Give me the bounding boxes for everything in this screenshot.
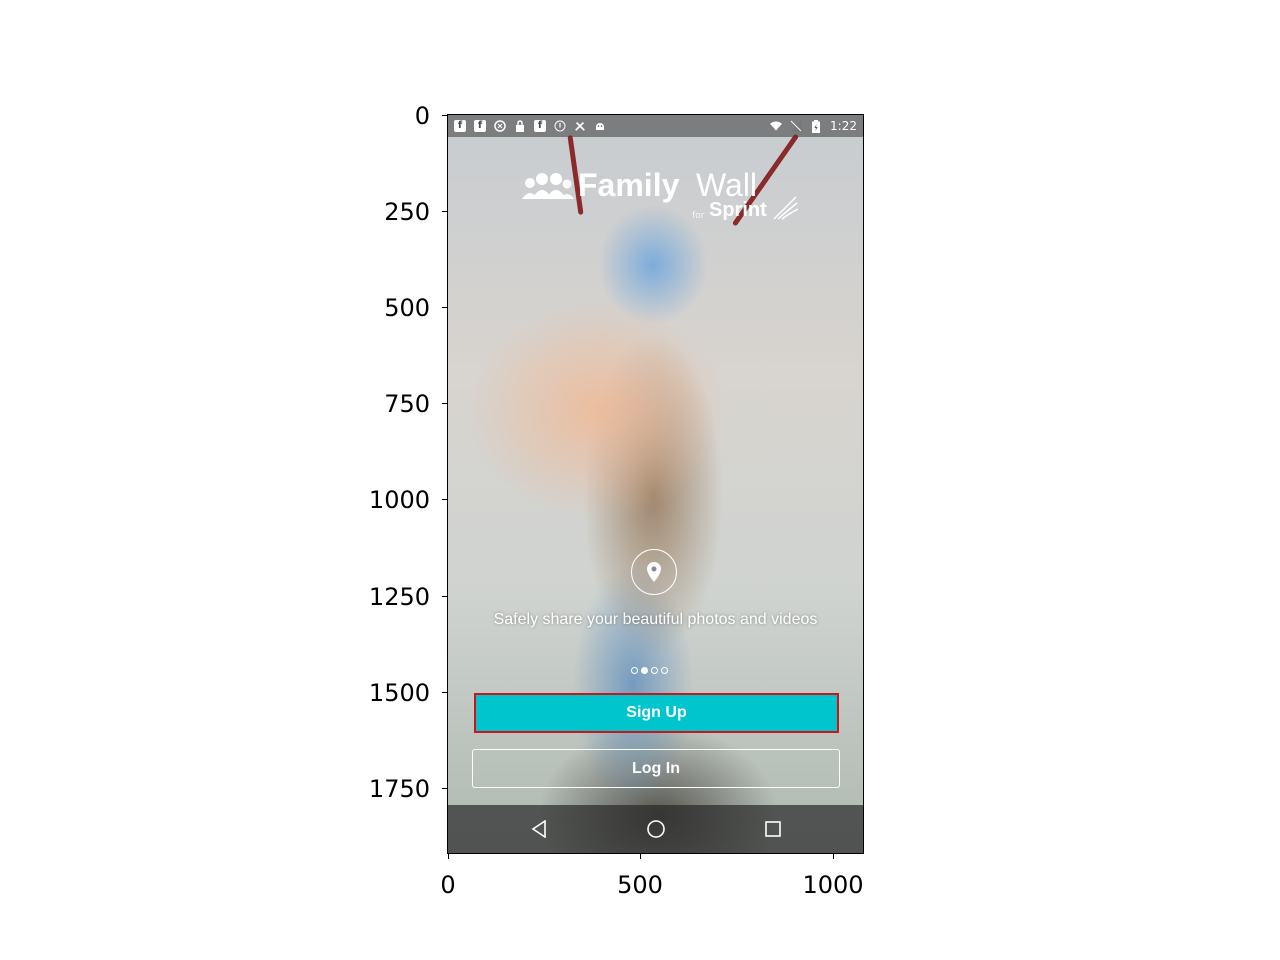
x-tick xyxy=(448,854,449,859)
page-indicator xyxy=(631,667,668,674)
facebook-icon: f xyxy=(534,120,546,132)
onboarding-caption: Safely share your beautiful photos and v… xyxy=(493,611,818,628)
y-tick-label: 500 xyxy=(384,294,430,322)
familywall-logo: Family Wall for Sprint xyxy=(520,167,800,227)
battery-icon xyxy=(810,119,822,133)
family-people-icon xyxy=(522,173,574,199)
login-button[interactable]: Log In xyxy=(472,749,840,788)
x-tick xyxy=(833,854,834,859)
logo-sprint-text: Sprint xyxy=(709,199,767,221)
y-tick-label: 1000 xyxy=(368,486,430,514)
sprint-wing-icon xyxy=(773,196,798,220)
back-icon[interactable] xyxy=(527,817,551,841)
status-time: 1:22 xyxy=(830,119,857,133)
page-dot[interactable] xyxy=(631,667,638,674)
info-icon xyxy=(554,120,566,132)
y-tick xyxy=(442,692,447,693)
y-tick xyxy=(442,115,447,116)
android-icon xyxy=(594,120,606,132)
lock-icon xyxy=(514,120,526,132)
recents-icon[interactable] xyxy=(761,817,785,841)
facebook-icon: f xyxy=(454,120,466,132)
facebook-icon: f xyxy=(474,120,486,132)
y-tick-label: 0 xyxy=(414,102,430,130)
location-pin-icon xyxy=(631,549,677,595)
y-tick xyxy=(442,211,447,212)
x-tick-label: 500 xyxy=(617,871,663,899)
y-tick xyxy=(442,403,447,404)
y-tick-label: 1250 xyxy=(368,583,430,611)
no-signal-icon xyxy=(790,120,803,132)
page-dot-active[interactable] xyxy=(641,667,648,674)
page-dot[interactable] xyxy=(651,667,658,674)
y-tick-label: 1500 xyxy=(368,679,430,707)
logo-for-text: for xyxy=(692,211,705,221)
y-tick xyxy=(442,307,447,308)
x-tick-label: 1000 xyxy=(802,871,864,899)
home-icon[interactable] xyxy=(644,817,668,841)
page-dot[interactable] xyxy=(661,667,668,674)
y-tick-label: 1750 xyxy=(368,775,430,803)
y-tick xyxy=(442,596,447,597)
x-tick xyxy=(640,854,641,859)
y-tick-label: 250 xyxy=(384,198,430,226)
phone-screen: f f f 1:22 Family Wall for Sprint Safely… xyxy=(448,115,863,853)
logo-family-text: Family xyxy=(578,167,680,203)
wifi-icon xyxy=(770,120,783,132)
sprint-icon xyxy=(494,120,506,132)
tools-icon xyxy=(574,120,586,132)
status-bar: f f f 1:22 xyxy=(448,115,863,137)
x-tick-label: 0 xyxy=(440,871,456,899)
signup-button[interactable]: Sign Up xyxy=(474,693,839,733)
navigation-bar xyxy=(448,805,863,853)
y-tick-label: 750 xyxy=(384,390,430,418)
y-tick xyxy=(442,788,447,789)
y-tick xyxy=(442,499,447,500)
